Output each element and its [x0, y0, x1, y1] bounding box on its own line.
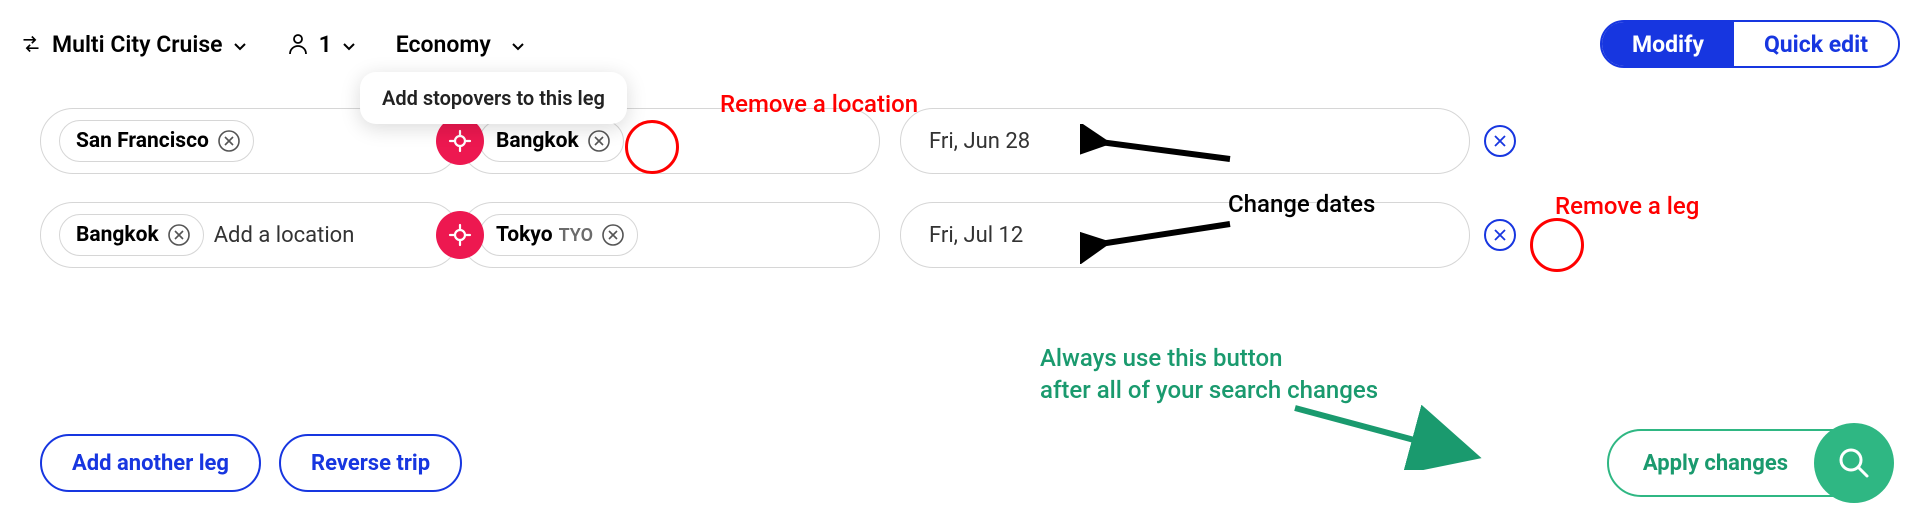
apply-changes-button[interactable]: Apply changes: [1607, 429, 1880, 497]
chevron-down-icon: [342, 31, 356, 58]
chip-label: Tokyo: [496, 223, 553, 247]
remove-chip-icon[interactable]: [167, 223, 191, 247]
swap-stopover-button[interactable]: [436, 117, 484, 165]
chevron-down-icon: [511, 31, 525, 58]
chip-label: Bangkok: [496, 129, 579, 153]
remove-chip-icon[interactable]: [217, 129, 241, 153]
bottom-bar: Add another leg Reverse trip Apply chang…: [40, 429, 1880, 497]
annotation-line: Always use this button: [1040, 344, 1282, 372]
chip-label: Bangkok: [76, 223, 159, 247]
pax-select[interactable]: 1: [287, 31, 356, 58]
trip-type-label: Multi City Cruise: [52, 31, 223, 58]
cabin-class-label: Economy: [396, 31, 491, 58]
person-icon: [287, 33, 309, 55]
cabin-class-select[interactable]: Economy: [396, 31, 525, 58]
remove-leg-button[interactable]: [1484, 125, 1516, 157]
reverse-trip-button[interactable]: Reverse trip: [279, 434, 462, 492]
date-input[interactable]: Fri, Jul 12: [900, 202, 1470, 268]
add-leg-button[interactable]: Add another leg: [40, 434, 261, 492]
origin-input[interactable]: San Francisco: [40, 108, 460, 174]
date-input[interactable]: Fri, Jun 28: [900, 108, 1470, 174]
date-value: Fri, Jun 28: [929, 129, 1030, 154]
apply-label: Apply changes: [1643, 451, 1788, 476]
location-chip: Tokyo TYO: [479, 214, 638, 256]
leg-row: San Francisco Bangkok: [40, 108, 1880, 174]
remove-chip-icon[interactable]: [587, 129, 611, 153]
edit-mode-toggle: Modify Quick edit: [1600, 20, 1900, 68]
remove-chip-icon[interactable]: [601, 223, 625, 247]
swap-stopover-button[interactable]: [436, 211, 484, 259]
location-chip: San Francisco: [59, 120, 254, 162]
origin-input[interactable]: Bangkok Add a location: [40, 202, 460, 268]
date-value: Fri, Jul 12: [929, 223, 1023, 248]
annotation-line: after all of your search changes: [1040, 376, 1378, 404]
chip-sub: TYO: [559, 225, 593, 246]
remove-leg-button[interactable]: [1484, 219, 1516, 251]
location-chip: Bangkok: [479, 120, 624, 162]
search-fab[interactable]: [1814, 423, 1894, 503]
tooltip-text: Add stopovers to this leg: [382, 86, 605, 110]
chip-label: San Francisco: [76, 129, 209, 153]
add-location-placeholder: Add a location: [214, 223, 355, 248]
topbar: Multi City Cruise 1 Economy Modify Quick…: [0, 0, 1920, 68]
destination-input[interactable]: Tokyo TYO: [460, 202, 880, 268]
modify-button[interactable]: Modify: [1602, 22, 1734, 66]
annotation-apply-hint: Always use this button after all of your…: [1040, 342, 1378, 407]
pax-count: 1: [319, 31, 332, 58]
destination-input[interactable]: Bangkok: [460, 108, 880, 174]
chevron-down-icon: [233, 31, 247, 58]
trip-type-select[interactable]: Multi City Cruise: [20, 31, 247, 58]
legs-container: San Francisco Bangkok: [0, 108, 1920, 268]
leg-row: Bangkok Add a location Tokyo TYO: [40, 202, 1880, 268]
location-chip: Bangkok: [59, 214, 204, 256]
multi-city-icon: [20, 33, 42, 55]
quick-edit-button[interactable]: Quick edit: [1734, 22, 1898, 66]
